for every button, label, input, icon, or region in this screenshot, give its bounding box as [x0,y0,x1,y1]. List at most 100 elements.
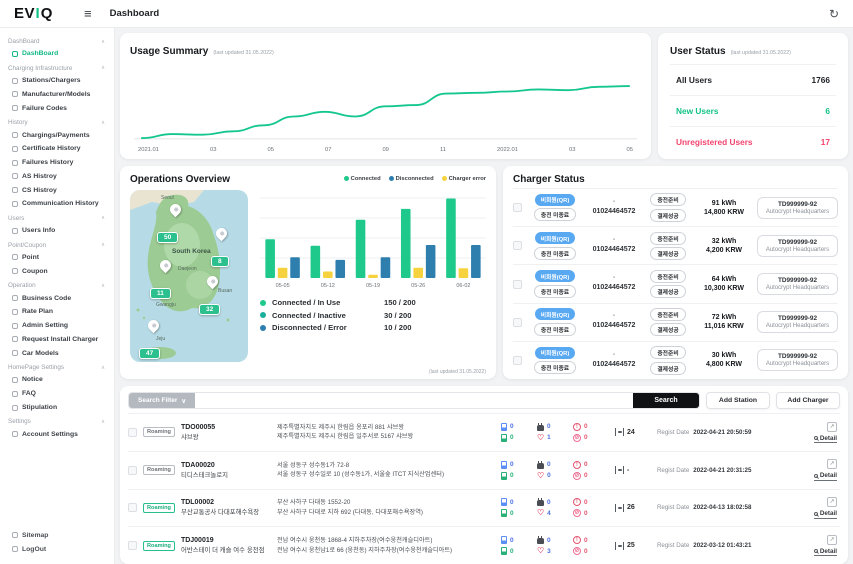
sidebar-item-stipulation[interactable]: Stipulation [0,401,114,415]
sidebar-section-users[interactable]: Users ∧ [0,211,114,224]
row-checkbox[interactable] [128,427,137,437]
sidebar-section-point-coupon[interactable]: Point/Coupon ∧ [0,238,114,251]
sidebar-item-account-settings[interactable]: Account Settings [0,427,114,441]
sidebar-item-request-install-charger[interactable]: Request Install Charger [0,333,114,347]
add-charger-button[interactable]: Add Charger [776,392,840,409]
stations-table-card: Search Filter ∨ Search Add Station Add Ch… [120,386,848,564]
x-tick: 03 [210,147,217,153]
open-external-icon[interactable]: ↗ [827,459,837,470]
sidebar-item-chargings-payments[interactable]: Chargings/Payments [0,128,114,142]
row-checkbox[interactable] [128,465,137,475]
sidebar-item-rate-plan[interactable]: Rate Plan [0,305,114,319]
sidebar-item-manufacturer-models[interactable]: Manufacturer/Models [0,88,114,102]
magnifier-icon [813,549,818,554]
phone-number: 01024464572 [592,322,636,330]
sidebar-item-stations-chargers[interactable]: Stations/Chargers [0,74,114,88]
add-station-button[interactable]: Add Station [706,392,770,409]
dashboard-icon [12,50,18,57]
sidebar-section-history[interactable]: History ∧ [0,115,114,128]
charger-id: TD999999-92 [777,200,818,208]
sidebar-item-communication-history[interactable]: Communication History [0,197,114,211]
charge-ready-badge: 충전준비 [650,346,686,360]
menu-toggle-icon[interactable]: ≡ [84,6,92,21]
sidebar-item-admin-setting[interactable]: Admin Setting [0,319,114,333]
roaming-badge: Roaming [143,540,175,551]
logo-accent: I [35,5,41,22]
failures-history-icon [12,159,18,166]
energy-kwh: 72 kWh [711,314,737,322]
search-filter-dropdown[interactable]: Search Filter ∨ [129,393,196,408]
notice-icon [12,376,18,383]
error-icon: ! [572,536,581,545]
search-input[interactable] [195,393,633,408]
x-tick: 05 [626,147,633,153]
open-external-icon[interactable]: ↗ [827,534,837,545]
bar-x-label: 06-02 [456,283,471,289]
detail-link[interactable]: Detail [813,548,837,557]
sidebar-item-failures-history[interactable]: Failures History [0,156,114,170]
sidebar-item-certificate-history[interactable]: Certificate History [0,142,114,156]
regist-date-value: 2022-04-21 20:31:25 [693,466,752,474]
open-external-icon[interactable]: ↗ [827,497,837,508]
regist-date-value: 2022-04-13 18:02:58 [693,504,752,512]
sidebar-section-dashboard[interactable]: DashBoard ∧ [0,34,114,47]
detail-link[interactable]: Detail [813,472,837,481]
charger-location-box[interactable]: TD999999-92 Autocrypt Headquarters [757,196,838,219]
detail-link[interactable]: Detail [813,510,837,519]
sidebar-item-point[interactable]: Point [0,251,114,265]
sidebar-item-cs-history[interactable]: CS Histroy [0,183,114,197]
charger-location-box[interactable]: TD999999-92 Autocrypt Headquarters [757,311,838,334]
sidebar-item-dashboard[interactable]: DashBoard [0,47,114,61]
connector-icon [536,498,544,507]
sidebar-item-notice[interactable]: Notice [0,373,114,387]
new-users-value: 6 [825,106,830,116]
stations-chargers-icon [12,77,18,84]
certificate-history-icon [12,145,18,152]
business-code-icon [12,295,18,302]
row-checkbox[interactable] [513,279,522,289]
detail-link[interactable]: Detail [813,435,837,444]
sidebar-item-failure-codes[interactable]: Failure Codes [0,101,114,115]
charger-location-box[interactable]: TD999999-92 Autocrypt Headquarters [757,349,838,372]
usage-updated-label: (last updated 31.05.2022) [213,50,274,56]
korea-map: Seoul South Korea Daejeon Gwangju Busan … [130,190,248,362]
connector-icon [536,536,544,545]
sidebar-item-faq[interactable]: FAQ [0,387,114,401]
sidebar-item-users-info[interactable]: Users Info [0,224,114,238]
row-checkbox[interactable] [513,355,522,365]
point-icon [12,254,18,261]
faq-icon [12,390,18,397]
sidebar-item-coupon[interactable]: Coupon [0,264,114,278]
sidebar-section-homepage-settings[interactable]: HomePage Settings ∧ [0,360,114,373]
stat-inactive: Connected / Inactive 30 / 200 [260,311,486,320]
sidebar-section-settings[interactable]: Settings ∧ [0,414,114,427]
ops-stats: Connected / In Use 150 / 200 Connected / … [260,298,486,332]
ops-x-labels: 05-05 05-12 05-19 05-26 06-02 [260,283,486,289]
charger-location-box[interactable]: TD999999-92 Autocrypt Headquarters [757,273,838,295]
open-external-icon[interactable]: ↗ [827,421,837,432]
roaming-badge: Roaming [143,465,175,476]
sidebar-item-logout[interactable]: LogOut [0,542,114,556]
row-checkbox[interactable] [513,241,522,251]
logout-icon [12,546,18,553]
usage-line-chart [133,85,638,140]
map-pin-count: 47 [139,348,161,359]
refresh-icon[interactable]: ↻ [829,8,839,20]
sidebar-item-car-models[interactable]: Car Models [0,346,114,360]
sidebar-item-as-history[interactable]: AS Histroy [0,169,114,183]
sidebar-item-sitemap[interactable]: Sitemap [0,528,114,542]
energy-kwh: 32 kWh [711,237,737,245]
unregistered-users-value: 17 [820,137,830,147]
eviq-logo[interactable]: EV I Q [0,5,78,22]
sidebar-section-charging-infrastructure[interactable]: Charging Infrastructure ∧ [0,61,114,74]
station-name: Autocrypt Headquarters [765,246,830,253]
row-checkbox[interactable] [128,541,137,551]
charger-location-box[interactable]: TD999999-92 Autocrypt Headquarters [757,234,838,257]
sidebar-section-operation[interactable]: Operation ∧ [0,278,114,291]
sidebar-item-business-code[interactable]: Business Code [0,291,114,305]
row-checkbox[interactable] [513,203,522,213]
row-checkbox[interactable] [128,503,137,513]
row-checkbox[interactable] [513,317,522,327]
search-button[interactable]: Search [633,393,699,408]
regist-date-value: 2022-04-21 20:50:59 [693,428,752,436]
